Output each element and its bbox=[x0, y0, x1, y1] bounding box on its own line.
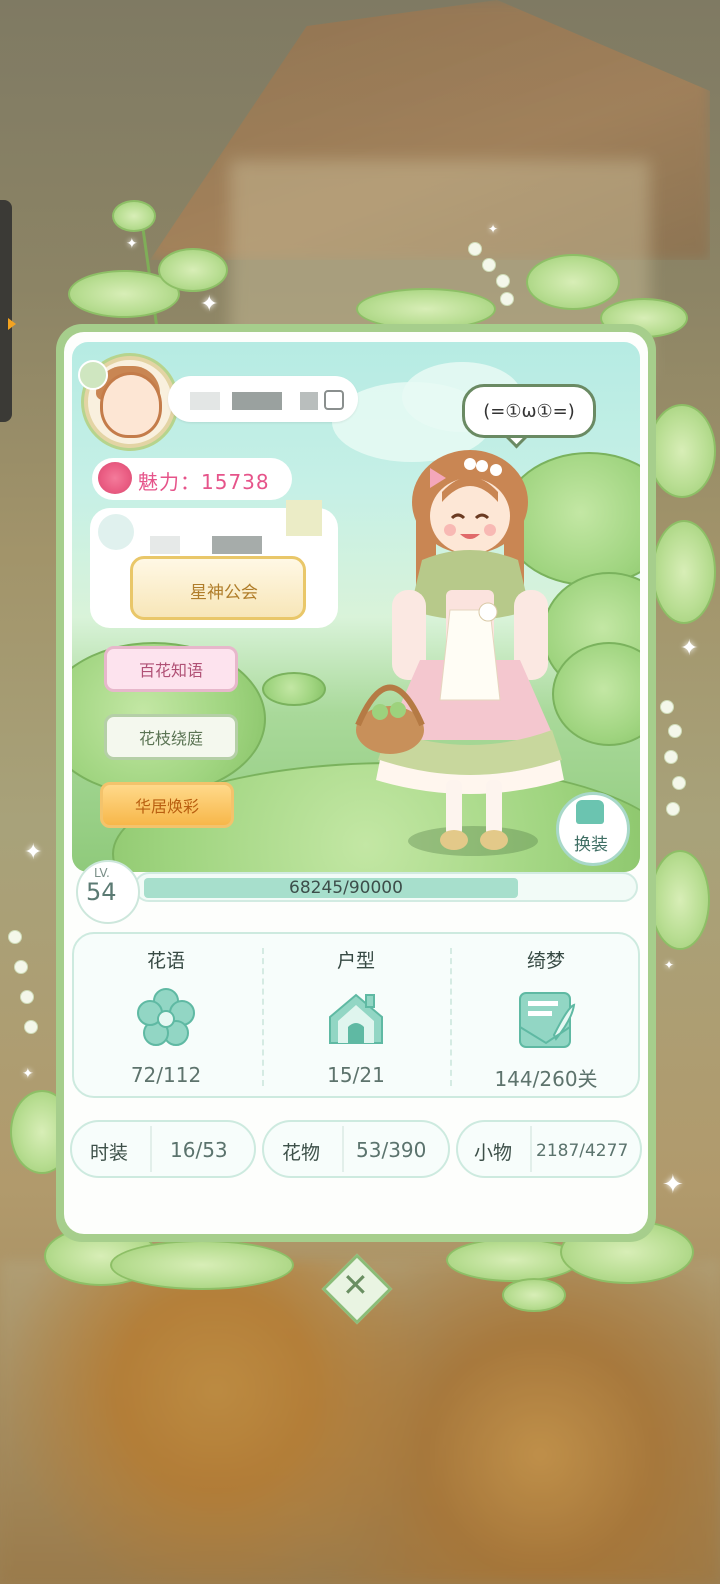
chip-value: 53/390 bbox=[356, 1138, 427, 1162]
decor-bud bbox=[668, 724, 682, 738]
guild-name: 星神公会 bbox=[190, 583, 258, 603]
censored-name bbox=[190, 392, 220, 410]
decor-bud bbox=[672, 776, 686, 790]
censored-text bbox=[286, 500, 322, 536]
decor-bud bbox=[8, 930, 22, 944]
decor-leaf bbox=[526, 254, 620, 310]
exp-text: 68245/90000 bbox=[289, 878, 403, 898]
decor-leaf bbox=[110, 1240, 294, 1290]
sparkle-icon: ✦ bbox=[488, 222, 499, 236]
edit-name-icon[interactable] bbox=[324, 390, 344, 410]
decor-bud bbox=[660, 700, 674, 714]
stat-value: 144/260关 bbox=[494, 1067, 598, 1091]
decor-leaf bbox=[650, 850, 710, 950]
sparkle-icon: ✦ bbox=[22, 1066, 34, 1082]
decor-leaf bbox=[502, 1278, 566, 1312]
flower-icon bbox=[137, 988, 195, 1046]
stat-title: 绮梦 bbox=[526, 950, 565, 972]
stat-value: 15/21 bbox=[327, 1063, 385, 1087]
hundred-flowers-button[interactable]: 百花知语 bbox=[104, 646, 238, 692]
decor-leaf bbox=[652, 520, 716, 624]
chip-label: 小物 bbox=[474, 1142, 513, 1164]
close-icon[interactable]: ✕ bbox=[342, 1266, 369, 1304]
stat-flower-language[interactable]: 花语 72/112 bbox=[76, 942, 256, 1087]
decor-bud bbox=[468, 242, 482, 256]
decor-leaf bbox=[446, 1238, 580, 1282]
shirt-icon[interactable] bbox=[576, 800, 604, 824]
sparkle-icon: ✦ bbox=[662, 1170, 684, 1200]
decor-bud bbox=[664, 750, 678, 764]
sparkle-icon: ✦ bbox=[664, 958, 675, 972]
dream-letter-icon bbox=[519, 992, 576, 1048]
expand-arrow-icon[interactable] bbox=[8, 318, 16, 330]
decor-bud bbox=[24, 1020, 38, 1034]
censored-text bbox=[212, 536, 262, 554]
decor-bud bbox=[496, 274, 510, 288]
stat-dreams[interactable]: 绮梦 144/260关 bbox=[456, 942, 636, 1092]
decor-leaf bbox=[158, 248, 228, 292]
level-value: 54 bbox=[86, 878, 117, 906]
chip-divider bbox=[530, 1126, 532, 1172]
change-outfit-label[interactable]: 换装 bbox=[574, 830, 608, 855]
censored-text bbox=[150, 536, 180, 554]
decor-leaf bbox=[648, 404, 716, 498]
decor-bud bbox=[666, 802, 680, 816]
chip-label: 时装 bbox=[90, 1142, 129, 1164]
house-makeover-button[interactable]: 华居焕彩 bbox=[100, 782, 234, 828]
rose-icon bbox=[98, 462, 132, 494]
decor-leaf bbox=[112, 200, 156, 232]
flower-courtyard-button[interactable]: 花枝绕庭 bbox=[104, 714, 238, 760]
side-drawer-tab[interactable] bbox=[0, 200, 12, 422]
sparkle-icon: ✦ bbox=[126, 236, 138, 252]
chip-value: 2187/4277 bbox=[536, 1141, 629, 1161]
sparkle-icon: ✦ bbox=[24, 840, 43, 865]
decor-bud bbox=[500, 292, 514, 306]
footprint-icon bbox=[98, 514, 134, 550]
avatar-badge-icon bbox=[78, 360, 108, 390]
divider bbox=[262, 948, 264, 1086]
speech-bubble: (=①ω①=) bbox=[462, 384, 596, 438]
chip-value: 16/53 bbox=[170, 1138, 228, 1162]
divider bbox=[450, 948, 452, 1086]
decor-bud bbox=[14, 960, 28, 974]
stat-value: 72/112 bbox=[130, 1063, 202, 1087]
chip-label: 花物 bbox=[282, 1142, 321, 1164]
decor-bud bbox=[482, 258, 496, 272]
sparkle-icon: ✦ bbox=[200, 292, 219, 317]
chip-divider bbox=[342, 1126, 344, 1172]
stat-title: 花语 bbox=[146, 950, 185, 972]
decor-bud bbox=[20, 990, 34, 1004]
censored-name bbox=[232, 392, 282, 410]
house-icon bbox=[329, 993, 383, 1044]
censored-name bbox=[300, 392, 318, 410]
player-character[interactable] bbox=[350, 440, 590, 860]
stat-house-type[interactable]: 户型 15/21 bbox=[266, 942, 446, 1087]
charm-value: 魅力：15738 bbox=[138, 470, 270, 494]
sparkle-icon: ✦ bbox=[680, 636, 699, 661]
stat-title: 户型 bbox=[336, 950, 375, 972]
avatar[interactable] bbox=[100, 372, 162, 438]
chip-divider bbox=[150, 1126, 152, 1172]
